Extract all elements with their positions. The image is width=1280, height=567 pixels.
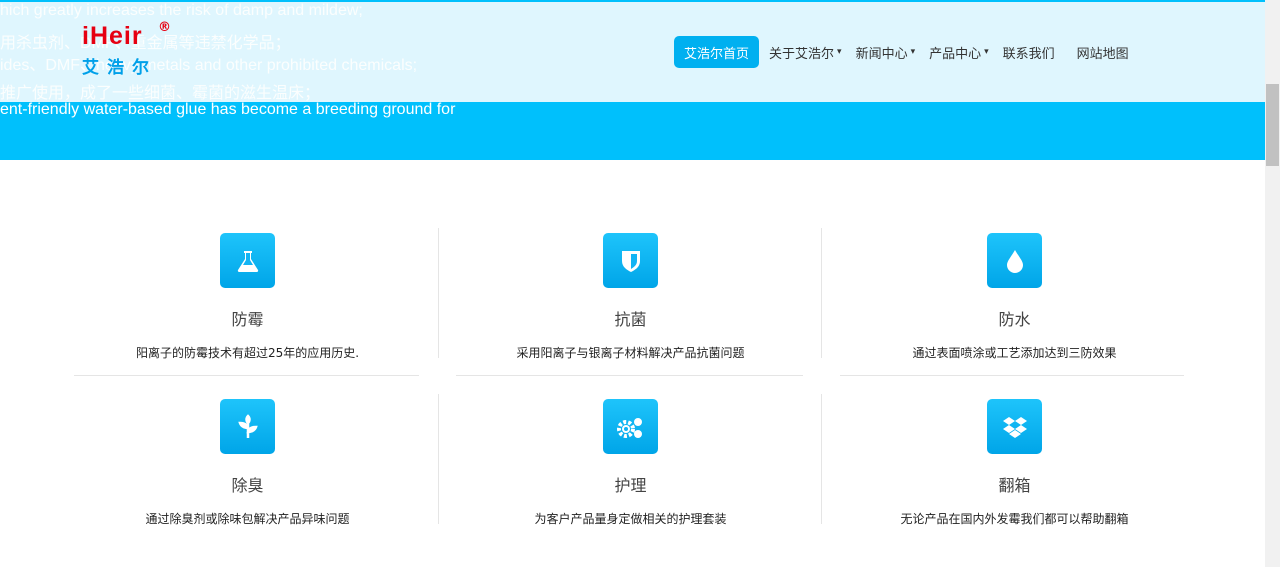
nav-about[interactable]: 关于艾浩尔 ▾	[769, 36, 842, 68]
leaf-icon	[220, 399, 275, 454]
feature-title: 除臭	[231, 476, 264, 495]
feature-desc: 通过表面喷涂或工艺添加达到三防效果	[912, 346, 1117, 360]
divider	[456, 375, 803, 376]
logo[interactable]: iHeir ® 艾浩尔	[82, 20, 171, 78]
feature-card[interactable]: 防霉 阳离子的防霉技术有超过25年的应用历史.	[56, 228, 439, 360]
dropbox-icon	[987, 399, 1042, 454]
nav-news[interactable]: 新闻中心 ▾	[856, 36, 916, 68]
divider	[74, 375, 419, 376]
logo-text: iHeir	[82, 22, 143, 50]
gears-icon	[603, 399, 658, 454]
nav-products[interactable]: 产品中心 ▾	[929, 36, 989, 68]
feature-desc: 无论产品在国内外发霉我们都可以帮助翻箱	[900, 512, 1129, 526]
feature-title: 抗菌	[614, 310, 647, 329]
nav-label: 网站地图	[1076, 46, 1129, 62]
hero-text-line: ides、DMF、heavy metals and other prohibit…	[0, 57, 418, 74]
feature-card[interactable]: 护理 为客户产品量身定做相关的护理套装	[439, 394, 822, 526]
feature-title: 防霉	[231, 310, 264, 329]
feature-desc: 为客户产品量身定做相关的护理套装	[534, 512, 727, 526]
registered-mark: ®	[158, 20, 171, 35]
feature-card[interactable]: 防水 通过表面喷涂或工艺添加达到三防效果	[823, 228, 1206, 360]
water-drop-icon	[987, 233, 1042, 288]
scrollbar-thumb[interactable]	[1266, 84, 1279, 166]
chevron-down-icon: ▾	[837, 47, 842, 57]
nav-contact[interactable]: 联系我们	[1003, 36, 1055, 68]
nav-sitemap[interactable]: 网站地图	[1077, 36, 1129, 68]
nav-label: 关于艾浩尔	[769, 46, 835, 62]
chevron-down-icon: ▾	[910, 47, 916, 57]
feature-title: 护理	[614, 476, 647, 495]
feature-desc: 采用阳离子与银离子材料解决产品抗菌问题	[516, 346, 745, 360]
nav-home[interactable]: 艾浩尔首页	[674, 36, 760, 68]
nav-label: 艾浩尔首页	[684, 46, 750, 62]
shield-icon	[603, 233, 658, 288]
nav-label: 产品中心	[929, 46, 982, 62]
scrollbar[interactable]	[1265, 0, 1280, 567]
nav-label: 新闻中心	[855, 46, 908, 62]
feature-desc: 通过除臭剂或除味包解决产品异味问题	[145, 512, 350, 526]
logo-chinese: 艾浩尔	[82, 58, 157, 78]
hero-banner: hich greatly increases the risk of damp …	[0, 0, 1265, 160]
feature-card[interactable]: 翻箱 无论产品在国内外发霉我们都可以帮助翻箱	[823, 394, 1206, 526]
nav-label: 联系我们	[1002, 46, 1055, 62]
hero-text-line: hich greatly increases the risk of damp …	[0, 2, 363, 19]
main-nav: 艾浩尔首页 关于艾浩尔 ▾ 新闻中心 ▾ 产品中心 ▾ 联系我们 网站地图	[674, 36, 1143, 68]
feature-desc: 阳离子的防霉技术有超过25年的应用历史.	[135, 346, 360, 360]
feature-card[interactable]: 除臭 通过除臭剂或除味包解决产品异味问题	[56, 394, 439, 526]
chevron-down-icon: ▾	[984, 47, 989, 57]
hero-text-line: 推广使用，成了一些细菌、霉菌的滋生温床；	[0, 85, 321, 102]
feature-card[interactable]: 抗菌 采用阳离子与银离子材料解决产品抗菌问题	[439, 228, 822, 360]
flask-icon	[220, 233, 275, 288]
feature-title: 防水	[998, 310, 1031, 329]
divider	[840, 375, 1184, 376]
hero-text-line: ent-friendly water-based glue has become…	[0, 101, 456, 118]
feature-title: 翻箱	[998, 476, 1031, 495]
